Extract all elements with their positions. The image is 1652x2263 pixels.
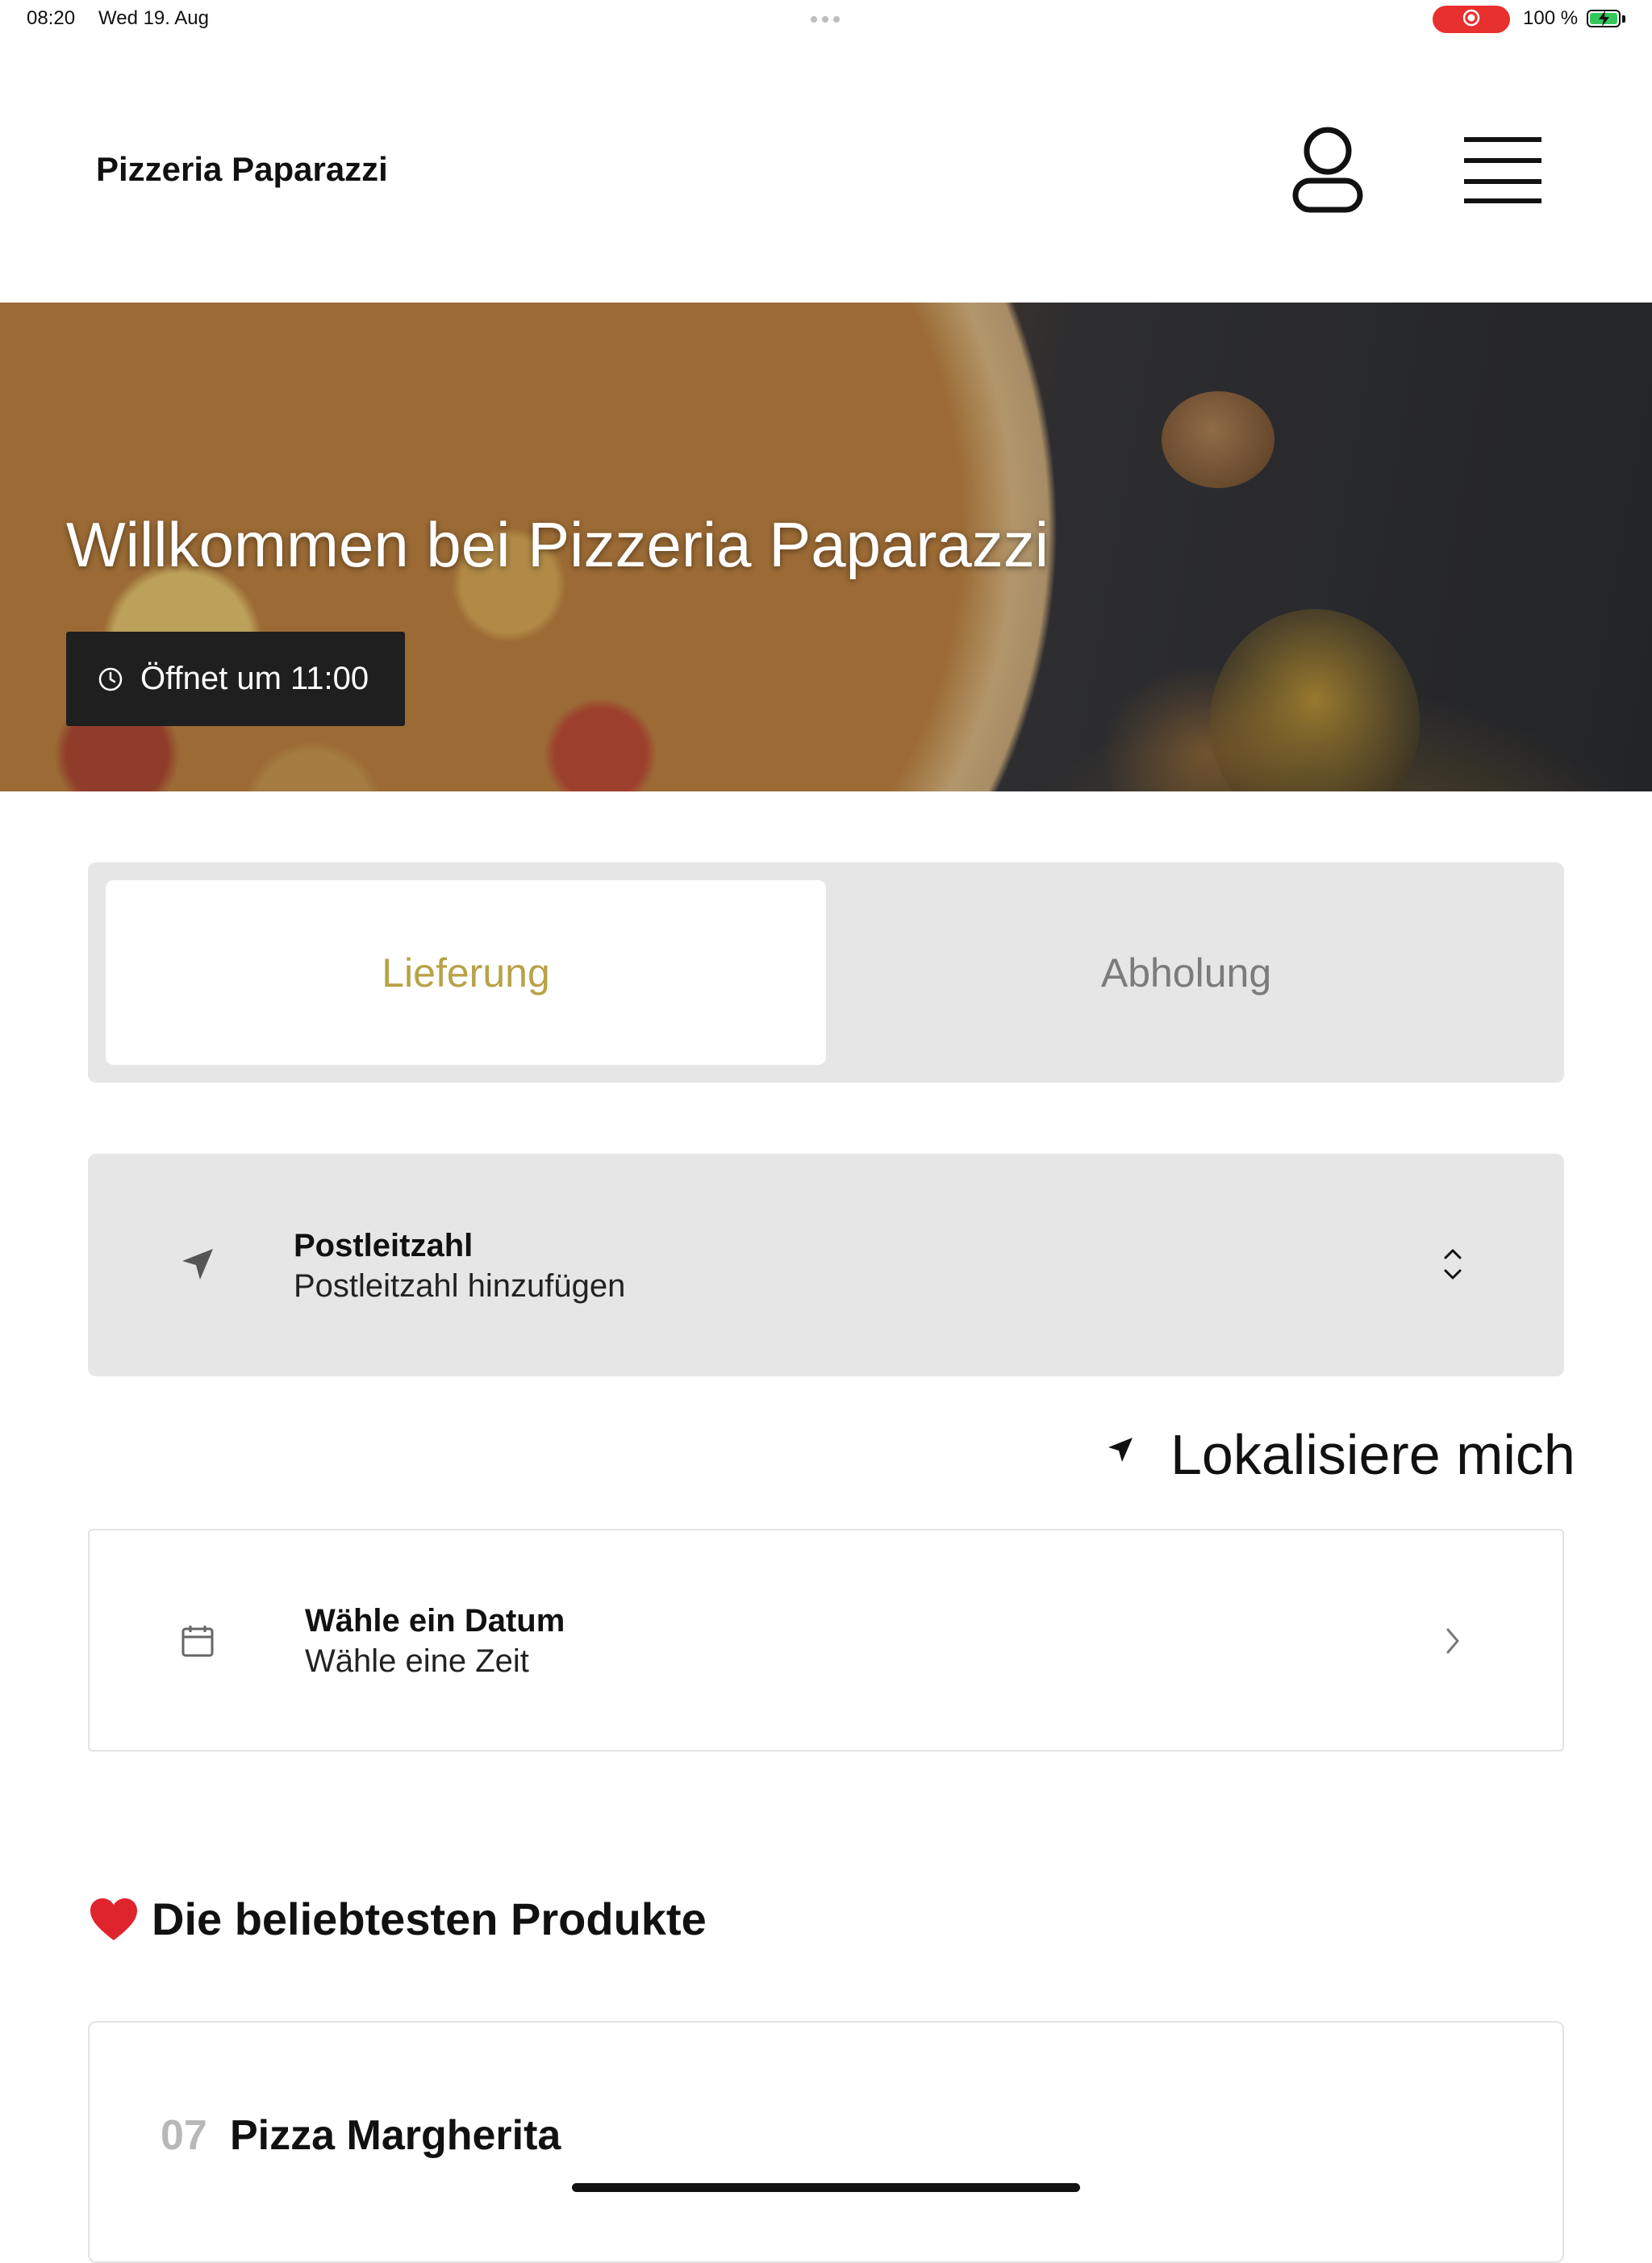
- chevron-right-icon: [1443, 1626, 1462, 1660]
- schedule-selector[interactable]: [88, 1529, 1564, 1752]
- account-button[interactable]: [1287, 125, 1368, 215]
- postcode-selector[interactable]: [88, 1154, 1564, 1376]
- product-number: 07: [161, 2112, 207, 2159]
- status-date: Wed 19. Aug: [98, 7, 209, 29]
- menu-icon: [1464, 137, 1541, 203]
- location-arrow-icon: [179, 1246, 216, 1287]
- status-time: 08:20: [27, 7, 76, 29]
- schedule-time-label: Wähle eine Zeit: [305, 1643, 529, 1679]
- product-name: Pizza Margherita: [230, 2112, 561, 2159]
- multitasking-dots[interactable]: [811, 16, 840, 23]
- tab-delivery[interactable]: Lieferung: [106, 880, 826, 1065]
- record-icon: [1462, 8, 1481, 31]
- menu-button[interactable]: [1462, 136, 1543, 205]
- locate-me-link[interactable]: Lokalisiere mich: [1170, 1422, 1575, 1487]
- opening-hours-badge: Öffnet um 11:00: [66, 632, 405, 726]
- locate-arrow-icon[interactable]: [1106, 1435, 1135, 1468]
- battery-icon: [1587, 10, 1621, 27]
- clock-icon: [97, 666, 124, 693]
- home-indicator[interactable]: [572, 2183, 1080, 2192]
- popular-products-title: Die beliebtesten Produkte: [152, 1893, 707, 1944]
- schedule-date-label: Wähle ein Datum: [305, 1603, 565, 1639]
- postcode-input[interactable]: Postleitzahl hinzufügen: [294, 1268, 625, 1305]
- opening-hours-text: Öffnet um 11:00: [140, 661, 369, 696]
- hero-title: Willkommen bei Pizzeria Paparazzi: [66, 509, 1049, 580]
- calendar-icon: [181, 1624, 215, 1662]
- battery-percentage: 100 %: [1523, 7, 1579, 29]
- chevron-up-down-icon: [1441, 1246, 1465, 1286]
- postcode-label: Postleitzahl: [294, 1228, 473, 1263]
- heart-icon: [89, 1897, 139, 1942]
- popular-products-heading: Die beliebtesten Produkte: [89, 1893, 707, 1945]
- tab-pickup[interactable]: Abholung: [826, 880, 1546, 1065]
- charging-bolt-icon: [1599, 10, 1609, 27]
- user-icon: [1292, 127, 1363, 213]
- screen-recording-indicator[interactable]: [1433, 6, 1510, 33]
- battery-tip: [1622, 15, 1625, 23]
- brand-name[interactable]: Pizzeria Paparazzi: [96, 150, 388, 189]
